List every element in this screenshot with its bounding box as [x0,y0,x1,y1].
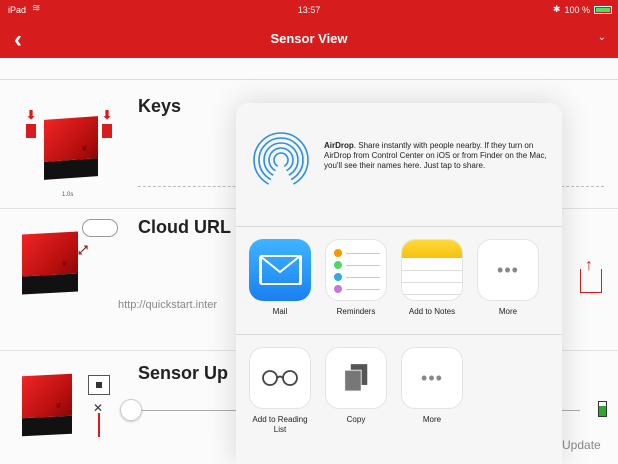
header: iPad ≋ 13:57 ✱ 100 % ‹ Sensor View ⌄ [0,0,618,58]
arrow-down-icon: ⬇ [102,108,113,122]
row-title: Cloud URL [138,217,231,237]
arrow-down-icon: ⬇ [26,108,37,122]
glasses-icon [249,347,311,409]
row-title: Keys [138,96,182,116]
cloud-url-text[interactable]: http://quickstart.inter [118,299,217,311]
action-reading-list[interactable]: Add to Reading List [249,347,311,435]
airdrop-icon[interactable] [252,131,310,189]
airdrop-section: AirDrop. Share instantly with people nea… [236,103,562,227]
share-apps-row: Mail Reminders Add to Notes ••• More [236,227,562,335]
status-bar: iPad ≋ 13:57 ✱ 100 % [0,0,618,20]
mail-icon [249,239,311,301]
pin-icon [98,413,100,437]
sensor-tag-image [22,231,78,295]
battery-status: ✱ 100 % [553,4,612,15]
bluetooth-icon: ✱ [552,4,561,14]
action-more[interactable]: ••• More [401,347,463,425]
update-label[interactable]: Update [562,438,601,452]
diagonal-arrow-icon: ⤢ [78,243,88,257]
share-sheet: AirDrop. Share instantly with people nea… [236,103,562,464]
row-title: Sensor Up [138,363,229,383]
page-title: Sensor View [270,31,348,46]
sensor-tag-image [22,373,72,437]
share-app-notes[interactable]: Add to Notes [401,239,463,317]
share-app-label: Add to Notes [408,307,456,316]
notes-icon [401,239,463,301]
key-right [102,124,112,138]
time-label: 1.0s [62,192,74,198]
sensor-chip-icon [88,375,110,395]
nav-bar: ‹ Sensor View ⌄ [0,22,618,56]
more-icon: ••• [477,239,539,301]
action-label: More [422,415,442,424]
share-icon[interactable] [580,257,602,293]
reminders-icon [325,239,387,301]
share-app-label: Reminders [336,307,376,316]
share-app-label: Mail [272,307,288,316]
share-app-more[interactable]: ••• More [477,239,539,317]
action-label: Copy [346,415,366,424]
update-slider-thumb[interactable] [120,399,142,421]
more-icon: ••• [401,347,463,409]
top-divider [0,68,618,80]
share-app-label: More [498,307,518,316]
battery-percent: 100 % [564,4,590,15]
airdrop-body: . Share instantly with people nearby. If… [324,141,547,170]
airdrop-title: AirDrop [324,141,354,150]
clock: 13:57 [297,5,321,15]
share-actions-row: Add to Reading List Copy ••• More [236,335,562,463]
cloud-icon [82,219,118,237]
share-app-mail[interactable]: Mail [249,239,311,317]
action-label: Add to Reading List [252,415,308,434]
chevron-down-icon[interactable]: ⌄ [598,32,606,43]
action-copy[interactable]: Copy [325,347,387,425]
airdrop-description: AirDrop. Share instantly with people nea… [324,141,556,171]
battery-level-icon [598,401,607,417]
sensor-tag-image [44,116,98,180]
key-left [26,124,36,138]
battery-icon [594,5,612,14]
copy-icon [325,347,387,409]
share-app-reminders[interactable]: Reminders [325,239,387,317]
